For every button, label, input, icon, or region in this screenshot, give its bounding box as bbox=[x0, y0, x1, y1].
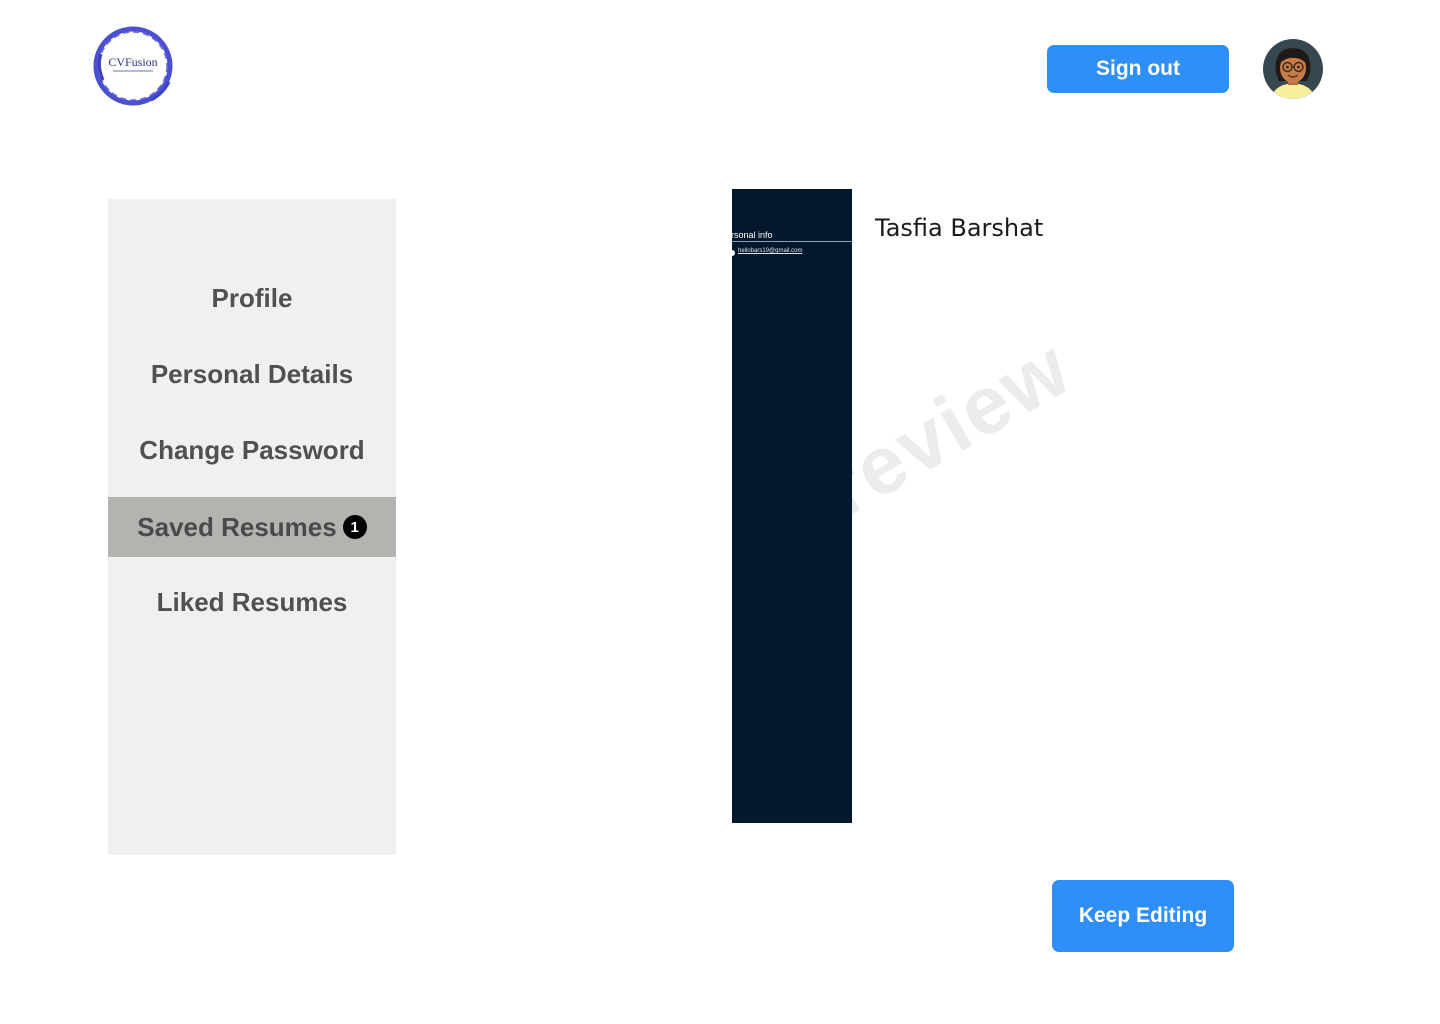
sidebar-item-label: Liked Resumes bbox=[156, 586, 348, 617]
account-sidebar: Profile Personal Details Change Password… bbox=[108, 199, 396, 855]
personal-info-heading: ersonal info bbox=[732, 230, 773, 240]
sidebar-item-label: Personal Details bbox=[150, 358, 354, 389]
sign-out-button[interactable]: Sign out bbox=[1047, 45, 1229, 93]
logo-text: CVFusion bbox=[108, 55, 158, 69]
section-divider bbox=[732, 241, 852, 242]
keep-editing-button[interactable]: Keep Editing bbox=[1052, 880, 1234, 952]
resume-candidate-name: Tasfia Barshat bbox=[875, 214, 1044, 242]
cvfusion-logo[interactable]: CVFusion bbox=[91, 24, 175, 108]
resume-preview-sidebar[interactable]: ersonal info hellobars19@gmail.com bbox=[732, 189, 852, 823]
sidebar-item-label: Saved Resumes bbox=[137, 511, 337, 542]
email-icon bbox=[732, 250, 735, 256]
sidebar-item-profile[interactable]: Profile bbox=[108, 268, 396, 328]
logo-tagline bbox=[113, 70, 153, 72]
sidebar-item-label: Profile bbox=[211, 282, 293, 313]
sidebar-item-saved-resumes[interactable]: Saved Resumes 1 bbox=[108, 497, 396, 557]
saved-count-badge: 1 bbox=[342, 515, 367, 539]
user-avatar-icon[interactable] bbox=[1263, 39, 1323, 99]
sidebar-item-liked-resumes[interactable]: Liked Resumes bbox=[108, 572, 396, 632]
sidebar-item-personal-details[interactable]: Personal Details bbox=[108, 344, 396, 404]
sidebar-item-label: Change Password bbox=[139, 434, 365, 465]
sidebar-item-change-password[interactable]: Change Password bbox=[108, 420, 396, 480]
resume-email-link[interactable]: hellobars19@gmail.com bbox=[738, 248, 802, 254]
